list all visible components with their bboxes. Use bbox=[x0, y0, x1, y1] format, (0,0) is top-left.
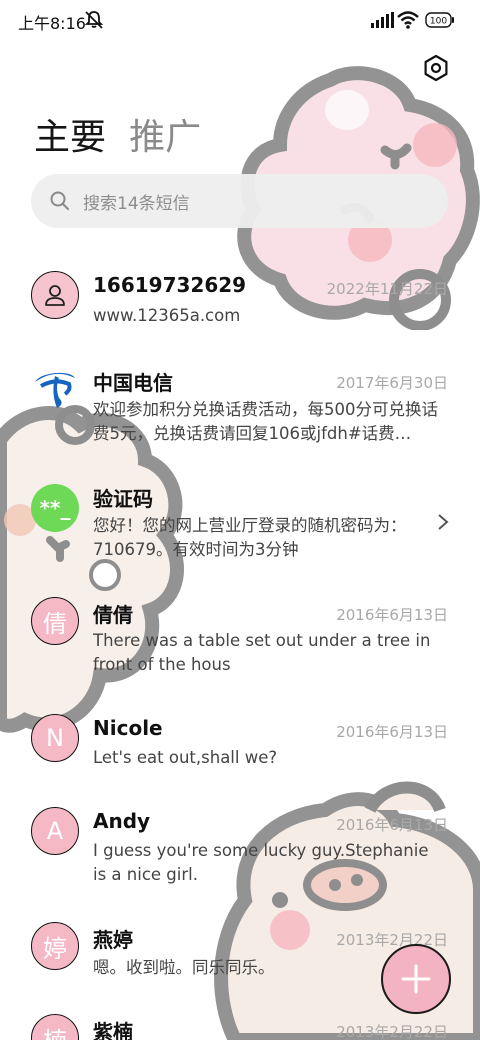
avatar: 婷 bbox=[31, 922, 79, 970]
tab-promo[interactable]: 推广 bbox=[129, 117, 201, 158]
avatar bbox=[31, 364, 79, 412]
message-preview: 您好！您的网上营业厅登录的随机密码为：710679。有效时间为3分钟 bbox=[93, 516, 407, 559]
tab-bar: 主要 推广 bbox=[34, 108, 201, 160]
avatar: 楠 bbox=[31, 1014, 79, 1040]
status-time: 上午8:16 bbox=[18, 14, 86, 33]
wifi-icon bbox=[397, 11, 419, 29]
chevron-right-icon[interactable] bbox=[436, 513, 450, 531]
conversation-item[interactable]: 16619732629 2022年11月22日 www.12365a.com bbox=[0, 258, 480, 364]
contact-name: 倩倩 bbox=[93, 603, 133, 627]
conversation-item[interactable]: **_ 验证码 您好！您的网上营业厅登录的随机密码为：710679。有效时间为3… bbox=[0, 482, 480, 588]
battery-level: 100 bbox=[430, 17, 447, 27]
message-date: 2016年6月13日 bbox=[336, 723, 448, 741]
avatar: 倩 bbox=[31, 597, 79, 645]
new-message-button[interactable] bbox=[381, 944, 451, 1014]
signal-icon bbox=[371, 12, 394, 28]
avatar-initial: 倩 bbox=[43, 609, 67, 638]
settings-gear-icon[interactable] bbox=[422, 54, 450, 82]
avatar-initial: 婷 bbox=[43, 934, 67, 963]
contact-name: 中国电信 bbox=[93, 371, 173, 395]
message-preview: Let's eat out,shall we? bbox=[93, 748, 278, 767]
contact-name: Andy bbox=[93, 809, 151, 833]
avatar-initial: 楠 bbox=[43, 1021, 67, 1040]
conversation-item[interactable]: 楠 紫楠 2013年2月22日 bbox=[0, 1013, 480, 1040]
conversation-item[interactable]: 倩 倩倩 2016年6月13日 There was a table set ou… bbox=[0, 596, 480, 702]
plus-icon bbox=[401, 964, 431, 994]
message-preview: 欢迎参加积分兑换话费活动，每500分可兑换话费5元，兑换话费请回复106或jfd… bbox=[93, 400, 438, 443]
mute-icon bbox=[84, 11, 104, 29]
message-date: 2016年6月13日 bbox=[336, 606, 448, 624]
person-icon bbox=[45, 285, 65, 306]
message-date: 2016年6月13日 bbox=[336, 816, 448, 834]
avatar bbox=[31, 271, 79, 319]
contact-name: 16619732629 bbox=[93, 273, 247, 297]
search-input[interactable]: 搜索14条短信 bbox=[31, 174, 448, 228]
contact-name: Nicole bbox=[93, 716, 163, 740]
message-date: 2013年2月22日 bbox=[336, 1023, 448, 1040]
message-preview: I guess you're some lucky guy.Stephanie … bbox=[93, 841, 429, 884]
china-telecom-logo bbox=[35, 372, 75, 408]
search-placeholder: 搜索14条短信 bbox=[83, 194, 190, 214]
message-date: 2017年6月30日 bbox=[336, 374, 448, 392]
avatar-initial: **_ bbox=[39, 496, 71, 520]
message-preview: There was a table set out under a tree i… bbox=[93, 631, 431, 674]
avatar: A bbox=[31, 807, 79, 855]
contact-name: 验证码 bbox=[93, 487, 153, 511]
conversation-item[interactable]: A Andy 2016年6月13日 I guess you're some lu… bbox=[0, 806, 480, 912]
conversation-item[interactable]: N Nicole 2016年6月13日 Let's eat out,shall … bbox=[0, 713, 480, 819]
tab-main[interactable]: 主要 bbox=[34, 117, 106, 158]
conversation-item[interactable]: 中国电信 2017年6月30日 欢迎参加积分兑换话费活动，每500分可兑换话费5… bbox=[0, 364, 480, 470]
message-date: 2022年11月22日 bbox=[326, 280, 448, 298]
avatar: N bbox=[31, 714, 79, 762]
status-bar: 上午8:16 100 bbox=[0, 0, 480, 42]
message-preview: www.12365a.com bbox=[93, 306, 241, 325]
avatar: **_ bbox=[31, 484, 79, 532]
avatar-initial: N bbox=[46, 724, 64, 752]
search-icon bbox=[50, 191, 69, 210]
contact-name: 紫楠 bbox=[93, 1020, 133, 1040]
contact-name: 燕婷 bbox=[93, 928, 133, 952]
battery-icon: 100 bbox=[425, 12, 454, 28]
avatar-initial: A bbox=[46, 817, 64, 845]
